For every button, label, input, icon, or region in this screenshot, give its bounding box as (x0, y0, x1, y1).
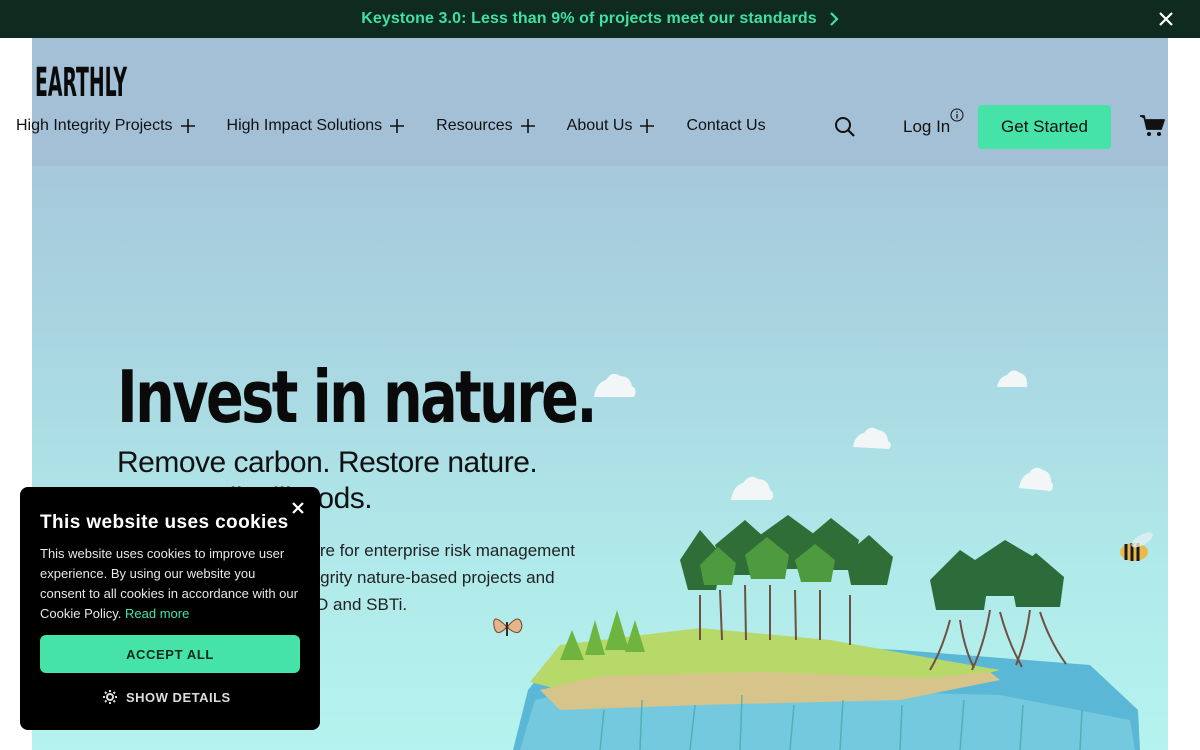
announcement-text[interactable]: Keystone 3.0: Less than 9% of projects m… (361, 10, 817, 28)
close-icon[interactable] (290, 500, 306, 516)
plus-icon (520, 119, 535, 133)
earthly-logo[interactable]: EARTHLY (35, 58, 129, 98)
search-icon[interactable] (834, 116, 856, 138)
accept-all-button[interactable]: ACCEPT ALL (40, 635, 300, 673)
plus-icon (390, 119, 405, 133)
get-started-button[interactable]: Get Started (978, 105, 1111, 149)
nav-item-high-integrity-projects[interactable]: High Integrity Projects (16, 117, 195, 135)
show-details-label: SHOW DETAILS (126, 689, 231, 705)
nav-item-contact-us[interactable]: Contact Us (686, 117, 765, 135)
cookie-body: This website uses cookies to improve use… (40, 544, 302, 624)
nav-item-label: About Us (566, 117, 633, 134)
plus-icon (180, 119, 195, 133)
chevron-right-icon (829, 11, 839, 27)
close-icon[interactable] (1158, 11, 1174, 27)
nav-item-about-us[interactable]: About Us (567, 117, 655, 135)
cookie-title: This website uses cookies (40, 512, 289, 533)
login-link[interactable]: Log In (903, 117, 950, 137)
info-icon[interactable] (950, 108, 964, 122)
announcement-bar[interactable]: Keystone 3.0: Less than 9% of projects m… (0, 0, 1200, 38)
nav-item-label: High Impact Solutions (226, 117, 383, 134)
read-more-link[interactable]: Read more (125, 606, 189, 621)
main-nav: High Integrity Projects High Impact Solu… (16, 114, 798, 138)
gear-icon (103, 690, 117, 704)
hero-subtitle-line-1: Remove carbon. Restore nature. (117, 446, 538, 479)
cookie-banner: This website uses cookies This website u… (20, 487, 320, 730)
show-details-button[interactable]: SHOW DETAILS (102, 689, 231, 705)
cart-icon[interactable] (1139, 114, 1165, 138)
hero-title: Invest in nature. (117, 355, 598, 439)
nav-item-resources[interactable]: Resources (436, 117, 535, 135)
plus-icon (640, 119, 655, 133)
nav-item-label: High Integrity Projects (16, 117, 173, 134)
logo-text: EARTHLY (35, 60, 127, 98)
nav-item-label: Resources (436, 117, 513, 134)
nav-item-high-impact-solutions[interactable]: High Impact Solutions (227, 117, 405, 135)
nav-item-label: Contact Us (686, 117, 766, 134)
